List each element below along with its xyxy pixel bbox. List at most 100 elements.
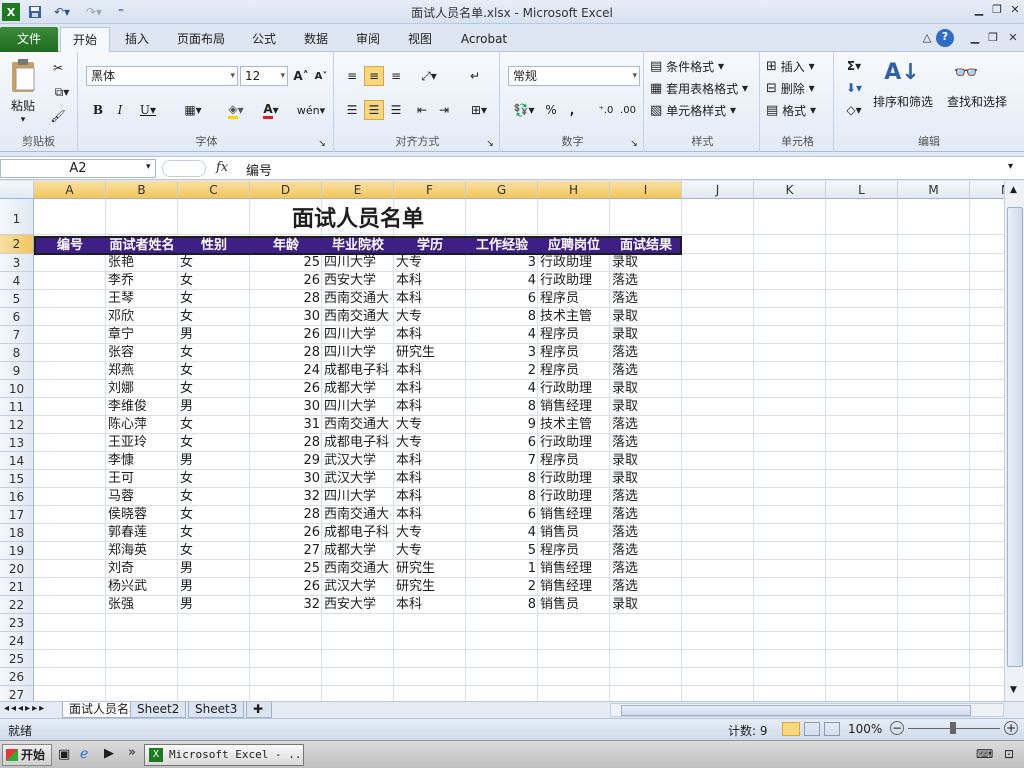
cell-styles-button[interactable]: ▧ 单元格样式 ▾: [650, 100, 756, 120]
table-cell[interactable]: 录取: [612, 254, 682, 272]
new-sheet-icon[interactable]: ✚: [246, 702, 272, 718]
table-cell[interactable]: 录取: [612, 380, 682, 398]
phonetic-icon[interactable]: wén▾: [296, 100, 326, 120]
tab-page-layout[interactable]: 页面布局: [168, 27, 234, 52]
table-cell[interactable]: 女: [180, 362, 250, 380]
table-cell[interactable]: 本科: [396, 452, 466, 470]
table-cell[interactable]: 本科: [396, 272, 466, 290]
row-header[interactable]: 27: [0, 686, 34, 701]
table-cell[interactable]: 大专: [396, 254, 466, 272]
table-cell[interactable]: 行政助理: [540, 470, 610, 488]
table-cell[interactable]: 3: [468, 254, 538, 272]
table-cell[interactable]: 本科: [396, 596, 466, 614]
table-cell[interactable]: 程序员: [540, 452, 610, 470]
page-break-view-icon[interactable]: [824, 722, 840, 736]
player-icon[interactable]: ▶: [104, 746, 114, 761]
table-cell[interactable]: 程序员: [540, 326, 610, 344]
table-cell[interactable]: 刘奇: [108, 560, 178, 578]
table-cell[interactable]: 张艳: [108, 254, 178, 272]
header-cell[interactable]: 学历: [394, 237, 466, 255]
paste-icon[interactable]: [6, 56, 40, 96]
select-all-corner[interactable]: [0, 181, 34, 199]
collapse-ribbon-icon[interactable]: △: [918, 30, 936, 46]
table-cell[interactable]: 落选: [612, 560, 682, 578]
table-cell[interactable]: 落选: [612, 362, 682, 380]
table-cell[interactable]: 西南交通大: [324, 308, 394, 326]
table-cell[interactable]: 28: [252, 506, 322, 524]
row-header[interactable]: 23: [0, 614, 34, 632]
taskbar-excel-button[interactable]: X Microsoft Excel - ...: [144, 744, 304, 766]
table-cell[interactable]: 杨兴武: [108, 578, 178, 596]
table-cell[interactable]: 章宁: [108, 326, 178, 344]
table-cell[interactable]: 女: [180, 290, 250, 308]
row-header[interactable]: 8: [0, 344, 34, 362]
table-cell[interactable]: 28: [252, 290, 322, 308]
table-cell[interactable]: 程序员: [540, 344, 610, 362]
table-cell[interactable]: 大专: [396, 524, 466, 542]
conditional-format-button[interactable]: ▤ 条件格式 ▾: [650, 56, 756, 76]
table-cell[interactable]: 女: [180, 470, 250, 488]
table-cell[interactable]: 行政助理: [540, 272, 610, 290]
table-cell[interactable]: 行政助理: [540, 488, 610, 506]
table-cell[interactable]: 32: [252, 596, 322, 614]
table-cell[interactable]: 四川大学: [324, 344, 394, 362]
table-cell[interactable]: 27: [252, 542, 322, 560]
font-size-select[interactable]: 12 ▾: [240, 66, 288, 86]
column-header[interactable]: C: [178, 181, 250, 199]
header-cell[interactable]: 面试结果: [610, 237, 682, 255]
delete-cells-button[interactable]: ⊟ 删除 ▾: [766, 78, 832, 98]
table-cell[interactable]: 郑燕: [108, 362, 178, 380]
table-cell[interactable]: 女: [180, 506, 250, 524]
paste-dropdown-icon[interactable]: ▾: [6, 114, 40, 126]
table-cell[interactable]: 武汉大学: [324, 470, 394, 488]
row-header[interactable]: 5: [0, 290, 34, 308]
table-cell[interactable]: 女: [180, 416, 250, 434]
table-cell[interactable]: 西南交通大: [324, 416, 394, 434]
table-cell[interactable]: 录取: [612, 326, 682, 344]
table-cell[interactable]: 8: [468, 398, 538, 416]
table-cell[interactable]: 西南交通大: [324, 290, 394, 308]
sheet-nav-icons[interactable]: ◂◂◂▸▸▸: [4, 703, 46, 714]
table-cell[interactable]: 李慷: [108, 452, 178, 470]
table-cell[interactable]: 大专: [396, 416, 466, 434]
tab-file[interactable]: 文件: [0, 27, 58, 52]
table-cell[interactable]: 24: [252, 362, 322, 380]
table-cell[interactable]: 28: [252, 344, 322, 362]
scroll-down-icon[interactable]: ▼: [1010, 685, 1017, 695]
table-cell[interactable]: 张容: [108, 344, 178, 362]
table-cell[interactable]: 26: [252, 380, 322, 398]
table-cell[interactable]: 西安大学: [324, 596, 394, 614]
table-cell[interactable]: 26: [252, 272, 322, 290]
table-cell[interactable]: 落选: [612, 542, 682, 560]
table-cell[interactable]: 6: [468, 506, 538, 524]
row-header[interactable]: 2: [0, 235, 34, 254]
paste-button[interactable]: 粘贴: [6, 96, 40, 114]
number-format-select[interactable]: 常规 ▾: [508, 66, 640, 86]
table-cell[interactable]: 女: [180, 272, 250, 290]
row-header[interactable]: 17: [0, 506, 34, 524]
table-cell[interactable]: 大专: [396, 542, 466, 560]
table-cell[interactable]: 8: [468, 470, 538, 488]
table-cell[interactable]: 技术主管: [540, 308, 610, 326]
table-cell[interactable]: 女: [180, 344, 250, 362]
expand-formula-bar-icon[interactable]: ▾: [1008, 161, 1013, 172]
accounting-format-icon[interactable]: 💱▾: [508, 100, 540, 120]
tab-view[interactable]: 视图: [396, 27, 444, 52]
table-cell[interactable]: 行政助理: [540, 254, 610, 272]
font-color-icon[interactable]: A ▾: [256, 100, 286, 120]
font-name-select[interactable]: 黑体 ▾: [86, 66, 238, 86]
table-cell[interactable]: 刘娜: [108, 380, 178, 398]
sheet-tab-2[interactable]: Sheet2: [130, 702, 187, 718]
normal-view-icon[interactable]: [782, 722, 800, 736]
zoom-in-icon[interactable]: +: [1004, 721, 1018, 735]
table-cell[interactable]: 落选: [612, 578, 682, 596]
network-icon[interactable]: ⊡: [1004, 747, 1014, 761]
table-cell[interactable]: 男: [180, 578, 250, 596]
header-cell[interactable]: 工作经验: [466, 237, 538, 255]
copy-icon[interactable]: ⧉▾: [48, 82, 76, 102]
table-cell[interactable]: 程序员: [540, 362, 610, 380]
restore-icon[interactable]: ❐: [988, 2, 1006, 18]
row-header[interactable]: 13: [0, 434, 34, 452]
find-select-button[interactable]: 查找和选择: [936, 92, 1018, 110]
table-cell[interactable]: 四川大学: [324, 398, 394, 416]
